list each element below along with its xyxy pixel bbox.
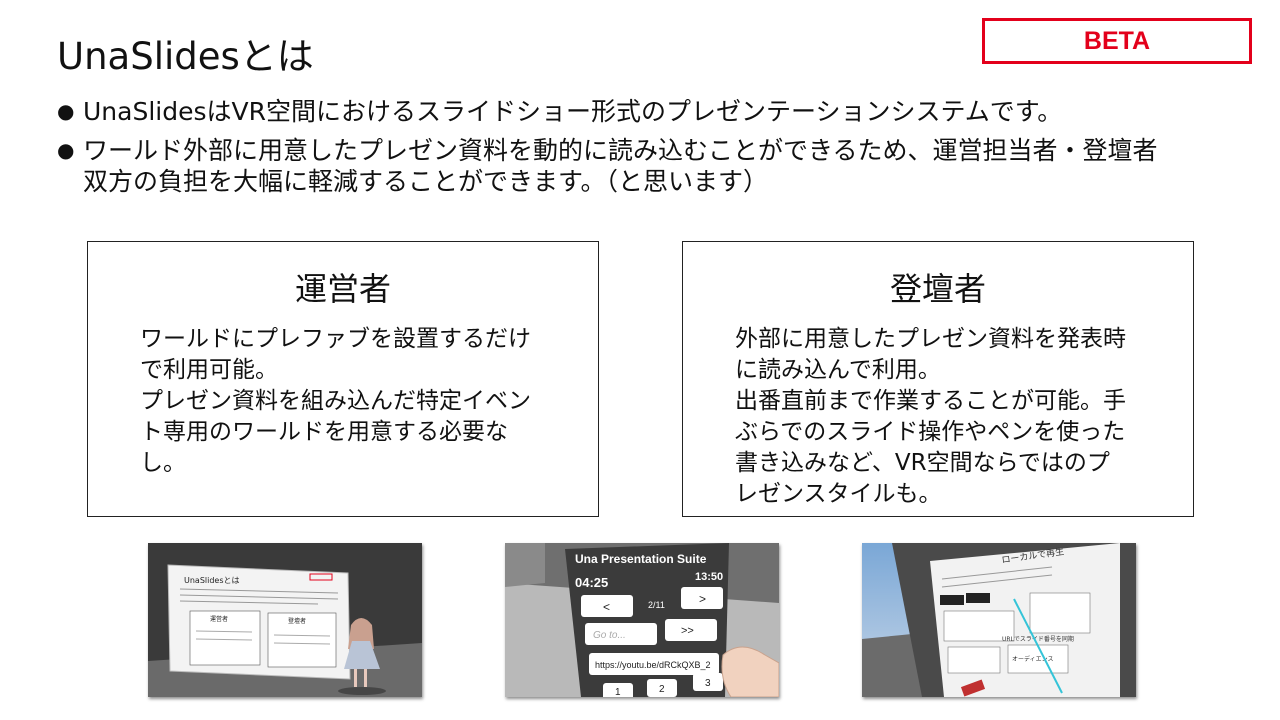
mini-box-right: 登壇者 bbox=[288, 617, 306, 625]
controller-screenshot: Una Presentation Suite 04:25 13:50 < 2/1… bbox=[505, 543, 779, 697]
clock-time: 13:50 bbox=[695, 571, 723, 583]
key-3-button[interactable]: 3 bbox=[693, 673, 723, 691]
goto-button-label: >> bbox=[681, 625, 694, 637]
page-title: UnaSlidesとは bbox=[57, 35, 314, 78]
goto-button[interactable]: >> bbox=[665, 619, 717, 641]
bullet-dot-icon: ● bbox=[57, 99, 75, 123]
url-text: https://youtu.be/dRCkQXB_2 bbox=[595, 660, 711, 670]
presenter-card-body: 外部に用意したプレゼン資料を発表時 に読み込んで利用。 出番直前まで作業すること… bbox=[735, 326, 1126, 507]
prev-button[interactable]: < bbox=[581, 595, 633, 617]
elapsed-time: 04:25 bbox=[575, 575, 608, 590]
mini-box-left: 運営者 bbox=[210, 615, 228, 623]
next-button[interactable]: > bbox=[681, 587, 723, 609]
app-title: Una Presentation Suite bbox=[575, 552, 707, 566]
bullet-item: ● UnaSlidesはVR空間におけるスライドショー形式のプレゼンテーションシ… bbox=[57, 96, 1257, 127]
goto-input[interactable]: Go to... bbox=[585, 623, 657, 645]
vr-slide-screenshot: UnaSlidesとは 運営者 登壇者 bbox=[148, 543, 422, 697]
goto-placeholder: Go to... bbox=[593, 630, 626, 641]
bullet-dot-icon: ● bbox=[57, 138, 75, 162]
beta-badge: BETA bbox=[982, 18, 1252, 64]
bullet-text: UnaSlidesはVR空間におけるスライドショー形式のプレゼンテーションシステ… bbox=[83, 97, 1063, 126]
url-input[interactable]: https://youtu.be/dRCkQXB_2 bbox=[589, 653, 719, 675]
key-3-label: 3 bbox=[705, 678, 711, 689]
next-button-label: > bbox=[699, 592, 706, 606]
audience-screenshot: ローカルで再生 URLでスライド番号を同期 オーディエンス bbox=[862, 543, 1136, 697]
operator-card-body: ワールドにプレファブを設置するだけ で利用可能。 プレゼン資料を組み込んだ特定イ… bbox=[140, 326, 531, 476]
presenter-card: 登壇者 外部に用意したプレゼン資料を発表時 に読み込んで利用。 出番直前まで作業… bbox=[682, 241, 1194, 517]
operator-card: 運営者 ワールドにプレファブを設置するだけ で利用可能。 プレゼン資料を組み込ん… bbox=[87, 241, 599, 517]
bullet-text: ワールド外部に用意したプレゼン資料を動的に読み込むことができるため、運営担当者・… bbox=[83, 136, 1158, 196]
bullet-item: ● ワールド外部に用意したプレゼン資料を動的に読み込むことができるため、運営担当… bbox=[57, 135, 1257, 197]
operator-card-heading: 運営者 bbox=[294, 270, 391, 308]
slide-label-a: URLでスライド番号を同期 bbox=[1002, 635, 1074, 643]
mini-slide-title: UnaSlidesとは bbox=[184, 576, 240, 585]
key-2-button[interactable]: 2 bbox=[647, 679, 677, 697]
key-1-label: 1 bbox=[615, 687, 621, 697]
page-indicator: 2/11 bbox=[648, 600, 665, 610]
slide-label-b: オーディエンス bbox=[1012, 655, 1053, 663]
key-2-label: 2 bbox=[659, 684, 665, 695]
key-1-button[interactable]: 1 bbox=[603, 683, 633, 697]
prev-button-label: < bbox=[603, 600, 610, 614]
bullet-list: ● UnaSlidesはVR空間におけるスライドショー形式のプレゼンテーションシ… bbox=[57, 96, 1257, 205]
presenter-card-heading: 登壇者 bbox=[889, 270, 986, 308]
